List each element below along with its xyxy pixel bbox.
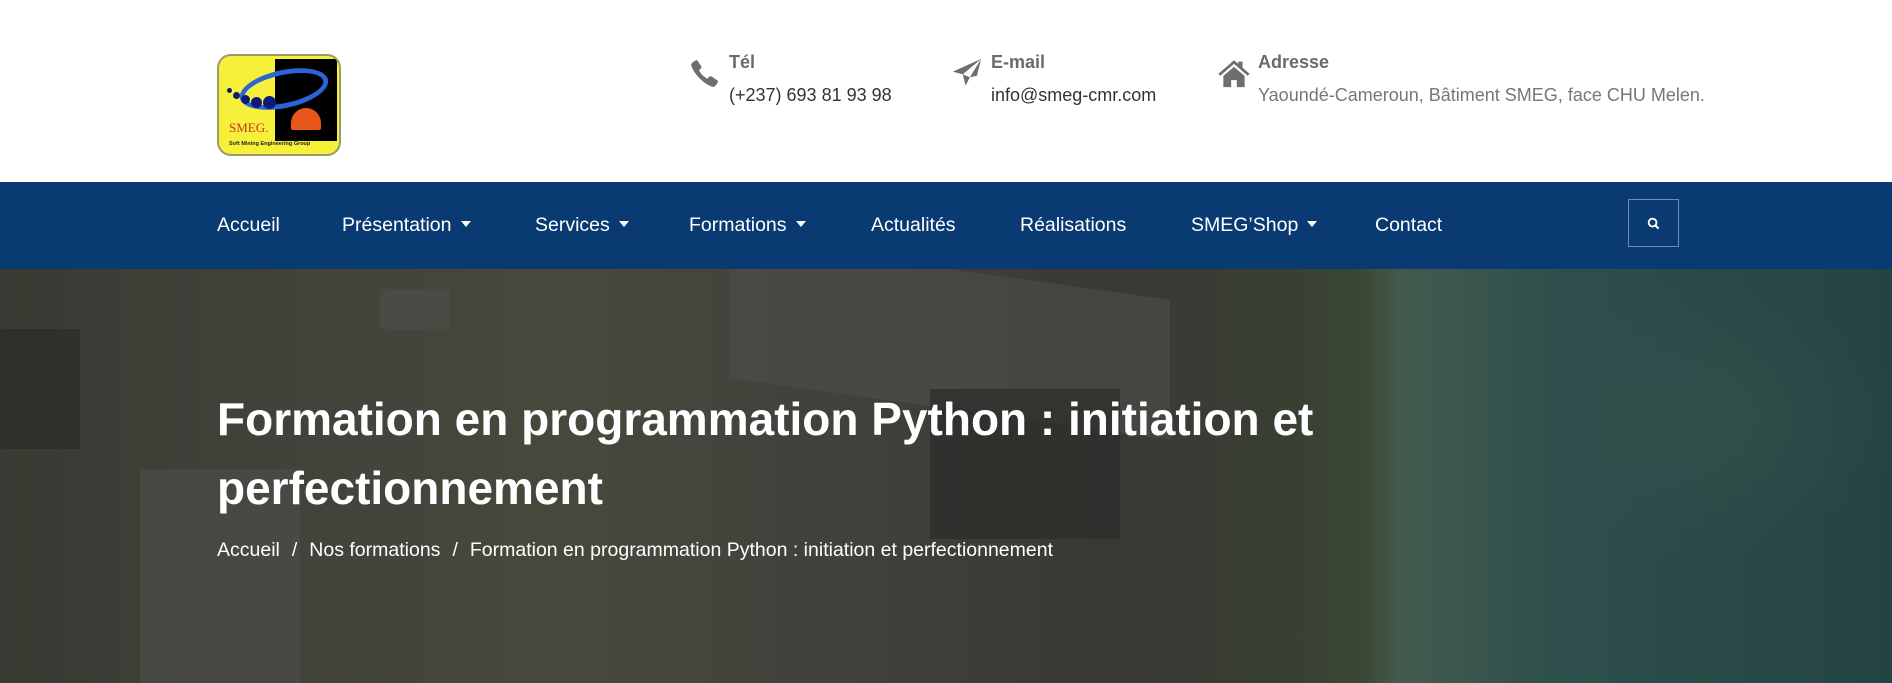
home-icon (1218, 60, 1250, 88)
site-header: SMEG. Soft Mining Engineering Group Tél … (0, 0, 1892, 182)
main-nav: Accueil Présentation Services Formations… (0, 182, 1892, 269)
phone-icon (691, 60, 718, 87)
contact-label: Tél (729, 52, 756, 72)
breadcrumb-separator: / (291, 539, 298, 561)
caret-down-icon (1307, 220, 1318, 227)
nav-label: Présentation (342, 214, 452, 236)
nav-label: SMEG’Shop (1191, 214, 1299, 236)
nav-label: Accueil (217, 214, 280, 236)
address-text: Yaoundé-Cameroun, Bâtiment SMEG, face CH… (1258, 85, 1705, 105)
breadcrumb: Accueil / Nos formations / Formation en prog… (217, 539, 1053, 562)
contact-label: Adresse (1258, 52, 1330, 72)
nav-label: Réalisations (1020, 214, 1127, 236)
breadcrumb-current: Formation en programmation Python : init… (469, 539, 1054, 561)
breadcrumb-formations[interactable]: Nos formations (309, 539, 440, 561)
nav-item-formations[interactable]: Formations (689, 214, 806, 237)
breadcrumb-separator: / (452, 539, 458, 561)
email-address[interactable]: info@smeg-cmr.com (991, 85, 1156, 106)
smeg-logo[interactable]: SMEG. Soft Mining Engineering Group (217, 54, 341, 156)
page-title: Formation en programmation Python : init… (217, 393, 1314, 514)
search-icon (1647, 217, 1660, 229)
nav-item-actualites[interactable]: Actualités (871, 214, 956, 237)
caret-down-icon (795, 220, 806, 227)
nav-item-accueil[interactable]: Accueil (217, 214, 280, 237)
nav-label: Services (535, 214, 610, 236)
nav-item-smeg-shop[interactable]: SMEG’Shop (1191, 214, 1318, 237)
caret-down-icon (618, 220, 629, 227)
nav-label: Contact (1375, 214, 1443, 236)
nav-item-services[interactable]: Services (535, 214, 629, 237)
nav-item-realisations[interactable]: Réalisations (1020, 214, 1126, 237)
breadcrumb-home[interactable]: Accueil (217, 539, 280, 561)
search-button[interactable] (1628, 199, 1679, 247)
hero-banner: Formation en programmation Python : init… (0, 269, 1892, 683)
contact-label: E-mail (991, 52, 1046, 72)
paper-plane-icon (952, 58, 982, 86)
nav-item-contact[interactable]: Contact (1375, 214, 1442, 237)
caret-down-icon (460, 220, 471, 227)
phone-number[interactable]: (+237) 693 81 93 98 (729, 85, 892, 106)
nav-label: Formations (689, 214, 787, 236)
nav-label: Actualités (871, 214, 956, 236)
nav-item-presentation[interactable]: Présentation (342, 214, 471, 237)
